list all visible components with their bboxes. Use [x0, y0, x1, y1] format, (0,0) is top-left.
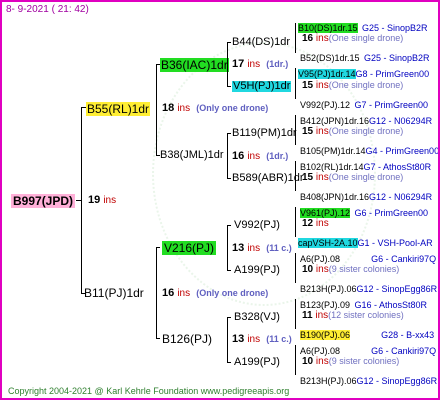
g3-queen-8[interactable]: A199(PJ) — [234, 357, 280, 368]
root-inseminations: 19 ins — [88, 194, 117, 206]
leaf-5-bottom[interactable]: capVSH-2A.10G1 - VSH-Pool-AR — [298, 234, 433, 250]
copyright-footer: Copyright 2004-2021 @ Karl Kehrle Founda… — [8, 386, 290, 396]
g3-queen-6[interactable]: A199(PJ) — [234, 265, 280, 276]
g2-inseminations-1: 17 ins (1dr.) — [232, 58, 289, 70]
g1-bracket-2 — [156, 247, 157, 339]
leaf-8-inseminations: 10 ins(9 sister colonies) — [302, 356, 400, 367]
g3-queen-1[interactable]: B44(DS)1dr — [232, 37, 290, 48]
leaf-4-bottom[interactable]: B408(JPN)1dr.16G12 - N06294R — [300, 188, 432, 204]
leaf-6-bottom[interactable]: B213H(PJ).06G12 - SinopEgg86R — [300, 280, 437, 296]
g3-queen-4[interactable]: B589(ABR)1dr — [232, 173, 304, 184]
g3-queen-3[interactable]: B119(PM)1dr — [232, 128, 297, 139]
leaf-3-bottom[interactable]: B105(PM)1dr.14G4 - PrimGreen00 — [300, 142, 438, 158]
leaf-2-bottom[interactable]: V992(PJ).12 G7 - PrimGreen00 — [300, 96, 428, 112]
root-queen[interactable]: B997(JPD) — [11, 194, 76, 208]
g2-queen-1[interactable]: B36(IAC)1dr — [160, 58, 229, 72]
g2-inseminations-2: 16 ins (1dr.) — [232, 150, 289, 162]
g2-inseminations-3: 13 ins (11 c.) — [232, 242, 292, 254]
leaf-1-inseminations: 16 ins(One single drone) — [302, 33, 404, 44]
pedigree-frame: 8- 9-2021 ( 21: 42) B997(JPD) 19 ins B55… — [0, 0, 440, 400]
leaf-4-inseminations: 15 ins(One single drone) — [302, 172, 404, 183]
leaf-2-top[interactable]: V95(PJ)1dr.14G8 - PrimGreen00 — [298, 65, 429, 81]
leaf-2-inseminations: 15 ins(One single drone) — [302, 80, 404, 91]
timestamp: 8- 9-2021 ( 21: 42) — [6, 4, 89, 15]
g3-queen-5[interactable]: V992(PJ) — [234, 220, 280, 231]
leaf-8-bottom[interactable]: B213H(PJ).06G12 - SinopEgg86R — [300, 372, 437, 388]
root-bracket — [81, 107, 82, 294]
leaf-1-bottom[interactable]: B52(DS)1dr.15 G25 - SinopB2R — [300, 49, 430, 65]
g1-inseminations-1: 18 ins (Only one drone) — [162, 102, 269, 114]
g2-queen-3[interactable]: V216(PJ) — [162, 241, 217, 255]
g1-queen-1[interactable]: B55(RL)1dr — [86, 102, 151, 116]
leaf-3-inseminations: 15 ins(One single drone) — [302, 126, 404, 137]
leaf-7-inseminations: 11 ins(12 sister colonies) — [302, 310, 404, 321]
g1-bracket-1 — [156, 64, 157, 156]
g3-queen-7[interactable]: B328(VJ) — [234, 312, 280, 323]
g1-inseminations-2: 16 ins (Only one drone) — [162, 287, 269, 299]
leaf-7-bottom[interactable]: B190(PJ).06 G28 - B-xx43 — [300, 326, 434, 342]
g1-queen-2[interactable]: B11(PJ)1dr — [84, 287, 144, 299]
leaf-6-inseminations: 10 ins(9 sister colonies) — [302, 264, 400, 275]
leaf-5-inseminations: 12 ins — [302, 218, 329, 229]
g2-inseminations-4: 13 ins (11 c.) — [232, 333, 292, 345]
g3-queen-2[interactable]: V5H(PJ)1dr — [232, 81, 292, 92]
g2-queen-2[interactable]: B38(JML)1dr — [160, 150, 224, 161]
g2-queen-4[interactable]: B126(PJ) — [162, 333, 212, 345]
